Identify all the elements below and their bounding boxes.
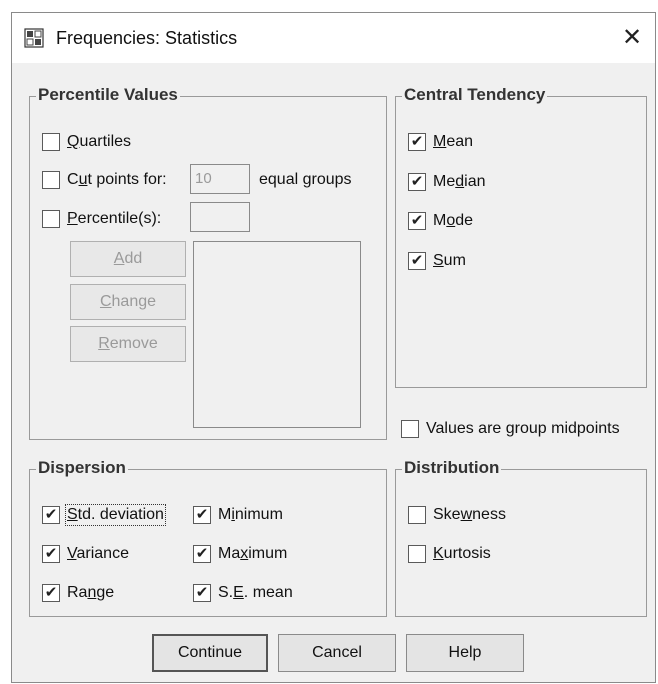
percentile-list[interactable] bbox=[193, 241, 361, 428]
variance-label: Variance bbox=[67, 545, 129, 562]
mean-checkbox[interactable]: ✔ Mean bbox=[408, 133, 473, 151]
skewness-checkbox-box[interactable] bbox=[408, 506, 426, 524]
minimum-label: Minimum bbox=[218, 506, 283, 523]
se-mean-checkbox[interactable]: ✔ S.E. mean bbox=[193, 584, 293, 602]
kurtosis-checkbox-box[interactable] bbox=[408, 545, 426, 563]
central-tendency-legend: Central Tendency bbox=[402, 85, 548, 105]
distribution-legend: Distribution bbox=[402, 458, 502, 478]
distribution-group: Distribution Skewness Kurtosis bbox=[395, 458, 647, 617]
minimum-checkbox-box[interactable]: ✔ bbox=[193, 506, 211, 524]
equal-groups-label: equal groups bbox=[259, 171, 352, 188]
dispersion-legend: Dispersion bbox=[36, 458, 128, 478]
percentile-value-input[interactable] bbox=[190, 202, 250, 232]
mean-label: Mean bbox=[433, 133, 474, 150]
median-checkbox-box[interactable]: ✔ bbox=[408, 173, 426, 191]
cancel-button[interactable]: Cancel bbox=[278, 634, 396, 672]
maximum-label: Maximum bbox=[218, 545, 288, 562]
cut-points-checkbox-box[interactable] bbox=[42, 171, 60, 189]
remove-button[interactable]: Remove bbox=[70, 326, 186, 362]
std-deviation-checkbox-box[interactable]: ✔ bbox=[42, 506, 60, 524]
percentiles-checkbox[interactable]: Percentile(s): bbox=[42, 210, 161, 228]
sum-label: Sum bbox=[433, 252, 466, 269]
continue-button[interactable]: Continue bbox=[152, 634, 268, 672]
cut-points-checkbox[interactable]: Cut points for: bbox=[42, 171, 167, 189]
group-midpoints-label: Values are group midpoints bbox=[426, 420, 620, 437]
percentile-values-legend: Percentile Values bbox=[36, 85, 180, 105]
quartiles-checkbox-box[interactable] bbox=[42, 133, 60, 151]
sum-checkbox-box[interactable]: ✔ bbox=[408, 252, 426, 270]
se-mean-label: S.E. mean bbox=[218, 584, 293, 601]
change-button[interactable]: Change bbox=[70, 284, 186, 320]
skewness-checkbox[interactable]: Skewness bbox=[408, 506, 506, 524]
window-title: Frequencies: Statistics bbox=[56, 28, 238, 48]
kurtosis-checkbox[interactable]: Kurtosis bbox=[408, 545, 491, 563]
maximum-checkbox-box[interactable]: ✔ bbox=[193, 545, 211, 563]
title-bar: Frequencies: Statistics ✕ bbox=[12, 13, 655, 63]
percentiles-checkbox-box[interactable] bbox=[42, 210, 60, 228]
variance-checkbox-box[interactable]: ✔ bbox=[42, 545, 60, 563]
median-checkbox[interactable]: ✔ Median bbox=[408, 173, 486, 191]
range-checkbox-box[interactable]: ✔ bbox=[42, 584, 60, 602]
dispersion-group: Dispersion ✔ Std. deviation ✔ Variance ✔… bbox=[29, 458, 387, 617]
quartiles-label: Quartiles bbox=[67, 133, 132, 150]
help-button[interactable]: Help bbox=[406, 634, 524, 672]
sum-checkbox[interactable]: ✔ Sum bbox=[408, 252, 466, 270]
se-mean-checkbox-box[interactable]: ✔ bbox=[193, 584, 211, 602]
group-midpoints-checkbox-box[interactable] bbox=[401, 420, 419, 438]
percentile-values-group: Percentile Values Quartiles Cut points f… bbox=[29, 85, 387, 440]
central-tendency-group: Central Tendency ✔ Mean ✔ Median ✔ Mode … bbox=[395, 85, 647, 388]
range-label: Range bbox=[67, 584, 115, 601]
variance-checkbox[interactable]: ✔ Variance bbox=[42, 545, 129, 563]
maximum-checkbox[interactable]: ✔ Maximum bbox=[193, 545, 287, 563]
minimum-checkbox[interactable]: ✔ Minimum bbox=[193, 506, 283, 524]
add-button[interactable]: Add bbox=[70, 241, 186, 277]
kurtosis-label: Kurtosis bbox=[433, 545, 491, 562]
cut-points-input[interactable]: 10 bbox=[190, 164, 250, 194]
mode-checkbox[interactable]: ✔ Mode bbox=[408, 212, 473, 230]
mode-label: Mode bbox=[433, 212, 474, 229]
mode-checkbox-box[interactable]: ✔ bbox=[408, 212, 426, 230]
median-label: Median bbox=[433, 173, 486, 190]
quartiles-checkbox[interactable]: Quartiles bbox=[42, 133, 131, 151]
skewness-label: Skewness bbox=[433, 506, 506, 523]
close-icon[interactable]: ✕ bbox=[617, 23, 647, 53]
group-midpoints-checkbox[interactable]: Values are group midpoints bbox=[401, 420, 620, 438]
std-deviation-checkbox[interactable]: ✔ Std. deviation bbox=[42, 504, 166, 526]
spss-app-icon bbox=[24, 28, 44, 48]
percentiles-label: Percentile(s): bbox=[67, 210, 162, 227]
frequencies-statistics-dialog: Frequencies: Statistics ✕ Percentile Val… bbox=[11, 12, 656, 683]
cut-points-label: Cut points for: bbox=[67, 171, 167, 188]
range-checkbox[interactable]: ✔ Range bbox=[42, 584, 114, 602]
std-deviation-label: Std. deviation bbox=[65, 504, 166, 526]
mean-checkbox-box[interactable]: ✔ bbox=[408, 133, 426, 151]
